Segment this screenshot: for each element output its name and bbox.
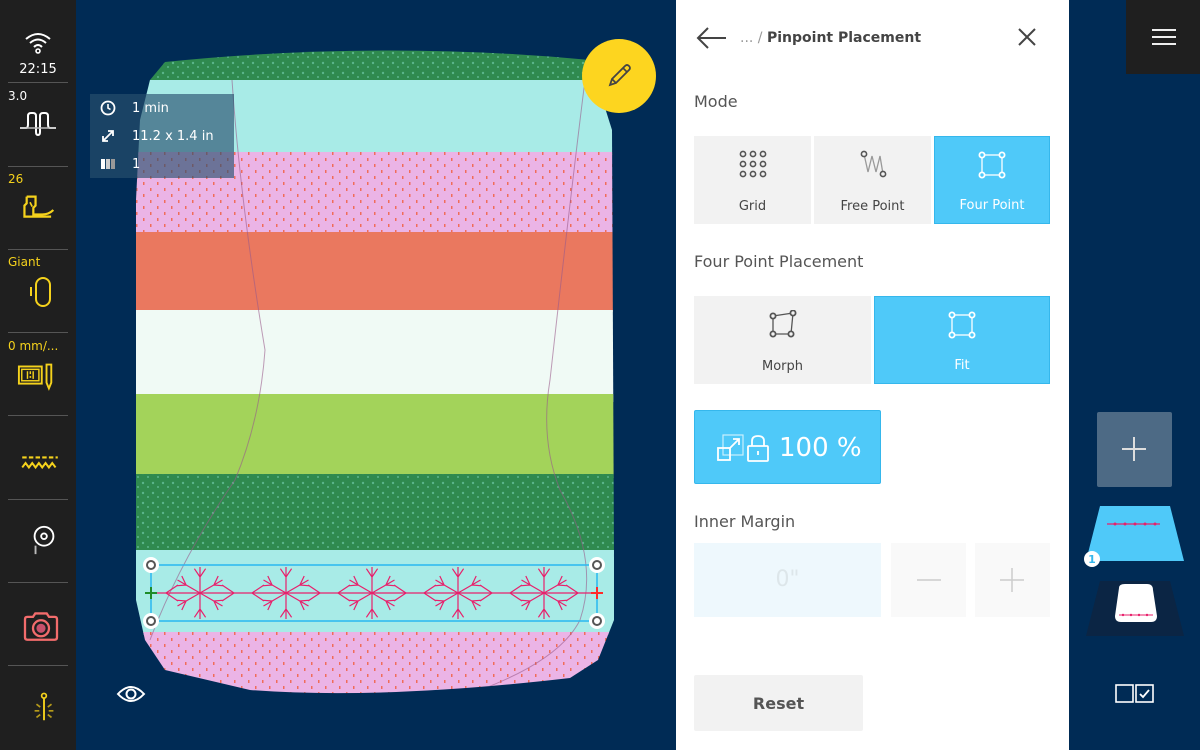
- placement-morph-button[interactable]: Morph: [694, 296, 871, 384]
- inner-margin-title: Inner Margin: [694, 512, 796, 531]
- corner-handle-top-right[interactable]: [589, 557, 605, 573]
- hoop-value: Giant: [8, 255, 41, 269]
- fabric-strip-pink-bottom: [136, 632, 614, 694]
- inner-margin-field[interactable]: 0": [694, 543, 881, 617]
- fit-icon: [948, 311, 976, 339]
- divider: [8, 332, 68, 333]
- grid-icon: [739, 150, 766, 178]
- presser-foot-value: 26: [8, 172, 24, 186]
- four-point-placement-title: Four Point Placement: [694, 252, 864, 271]
- fabric-strip-aqua: [136, 80, 614, 155]
- free-point-icon: [860, 150, 886, 178]
- mode-free-point-label: Free Point: [840, 199, 905, 214]
- mode-title: Mode: [694, 92, 738, 111]
- corner-handle-top-left[interactable]: [143, 557, 159, 573]
- divider: [8, 415, 68, 416]
- proportional-scale-button[interactable]: 100 %: [694, 410, 881, 484]
- morph-icon: [769, 310, 796, 338]
- fabric-strip-green-top: [136, 50, 614, 85]
- fabric-strip-green: [136, 474, 614, 554]
- four-point-icon: [978, 151, 1006, 179]
- panel-header: ... / Pinpoint Placement: [676, 0, 1069, 76]
- mode-free-point-button[interactable]: Free Point: [814, 136, 931, 224]
- close-icon[interactable]: [1016, 26, 1038, 48]
- mode-four-point-label: Four Point: [959, 198, 1025, 213]
- hamburger-menu-icon: [1152, 29, 1176, 45]
- menu-button[interactable]: [1126, 0, 1200, 74]
- divider: [8, 499, 68, 500]
- fabric-layer-thumbnail[interactable]: [1085, 580, 1185, 638]
- corner-handle-bottom-left[interactable]: [143, 613, 159, 629]
- needle-light-icon[interactable]: [24, 692, 64, 724]
- breadcrumb-ellipsis[interactable]: ... /: [740, 30, 763, 46]
- plus-icon: [1122, 437, 1146, 461]
- zigzag-stitch-icon[interactable]: [20, 447, 60, 479]
- divider: [8, 249, 68, 250]
- back-arrow-icon[interactable]: [694, 24, 728, 52]
- presser-foot-icon[interactable]: [20, 194, 60, 226]
- divider: [8, 665, 68, 666]
- fabric-strip-coral: [136, 232, 614, 312]
- fabric-strip-pink: [136, 152, 614, 237]
- left-sidebar: 22:15 3.0 26 Giant 0 mm/...: [0, 0, 76, 750]
- needle-plate-value: 0 mm/...: [8, 339, 59, 353]
- layer-number-badge: 1: [1084, 551, 1100, 567]
- clock-time: 22:15: [19, 62, 57, 77]
- scale-value: 100 %: [779, 433, 862, 463]
- mode-grid-button[interactable]: Grid: [694, 136, 811, 224]
- pinpoint-placement-panel: ... / Pinpoint Placement Mode Grid Free …: [676, 0, 1069, 750]
- scale-lock-icon: [717, 434, 769, 462]
- stitch-length-icon[interactable]: [18, 110, 58, 142]
- edit-button[interactable]: [582, 39, 656, 113]
- margin-increase-button[interactable]: [975, 543, 1050, 617]
- reset-button[interactable]: Reset: [694, 675, 863, 731]
- select-toggle-icon[interactable]: [1115, 684, 1155, 704]
- fabric-strip-lime: [136, 394, 614, 478]
- design-layer-thumbnail[interactable]: [1085, 505, 1185, 563]
- corner-handle-bottom-right[interactable]: [589, 613, 605, 629]
- margin-decrease-button[interactable]: [891, 543, 966, 617]
- fabric-strip-white: [136, 310, 614, 402]
- embroidery-canvas[interactable]: 1 min 11.2 x 1.4 in 1: [76, 0, 676, 750]
- wifi-icon: [25, 33, 51, 54]
- divider: [8, 82, 68, 83]
- fabric-preview: [136, 50, 614, 694]
- placement-fit-button[interactable]: Fit: [874, 296, 1050, 384]
- needle-plate-icon[interactable]: [17, 360, 57, 392]
- pencil-icon: [608, 64, 631, 87]
- mode-four-point-button[interactable]: Four Point: [934, 136, 1050, 224]
- divider: [8, 582, 68, 583]
- inner-margin-value: 0": [775, 567, 800, 592]
- add-design-button[interactable]: [1097, 412, 1172, 487]
- hoop-icon[interactable]: [22, 276, 62, 308]
- camera-icon[interactable]: [21, 610, 61, 642]
- minus-icon: [917, 579, 941, 581]
- plus-icon: [1000, 568, 1024, 592]
- eye-icon[interactable]: [116, 682, 146, 706]
- right-toolbar: 1: [1069, 0, 1200, 750]
- divider: [8, 166, 68, 167]
- placement-morph-label: Morph: [761, 359, 803, 374]
- mode-grid-label: Grid: [738, 199, 767, 214]
- page-title: Pinpoint Placement: [766, 30, 922, 46]
- stitch-length-value: 3.0: [8, 89, 28, 103]
- pin-location-icon[interactable]: [24, 524, 64, 556]
- placement-fit-label: Fit: [954, 358, 970, 373]
- breadcrumb: ... / Pinpoint Placement: [740, 30, 921, 46]
